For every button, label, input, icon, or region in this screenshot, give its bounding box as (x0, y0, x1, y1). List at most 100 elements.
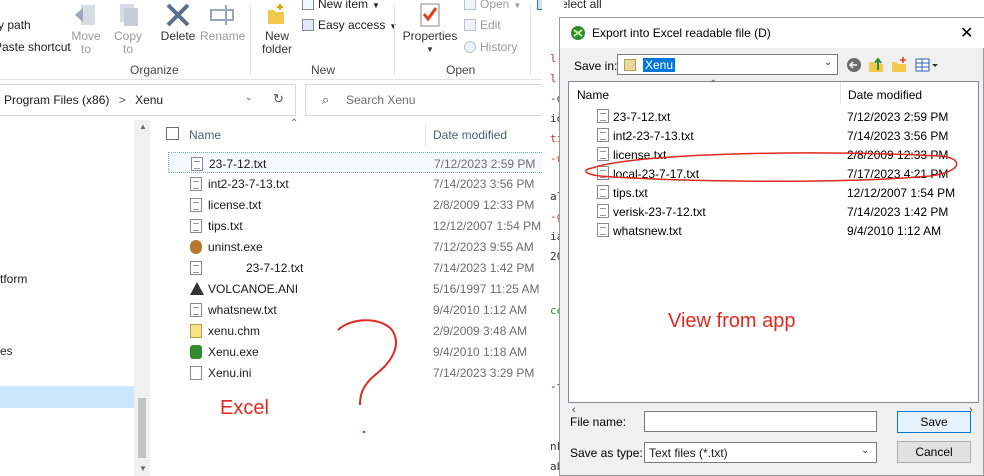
breadcrumb-separator: > (118, 93, 126, 107)
paste-shortcut-button[interactable]: Paste shortcut (0, 40, 71, 54)
file-name: int2-23-7-13.txt (208, 177, 289, 191)
new-folder-icon[interactable] (890, 56, 908, 74)
xenu-app-icon (571, 26, 585, 40)
file-name: 23-7-12.txt (209, 157, 267, 171)
dialog-file-row[interactable]: whatsnew.txt 9/4/2010 1:12 AM (589, 221, 969, 240)
properties-label: Properties (402, 29, 458, 43)
new-group-label: New (311, 63, 336, 77)
file-name: 23-7-12.txt (246, 261, 304, 275)
text-file-icon (190, 261, 202, 275)
history-label: History (480, 40, 518, 54)
file-row[interactable]: 23-7-12.txt 7/12/2023 2:59 PM (168, 152, 558, 173)
search-box[interactable]: ⌕ Search Xenu (305, 84, 560, 116)
dialog-file-row[interactable]: 23-7-12.txt 7/12/2023 2:59 PM (589, 107, 969, 126)
up-folder-icon[interactable] (867, 56, 885, 74)
file-name: int2-23-7-13.txt (613, 129, 694, 143)
dialog-title-bar[interactable]: Export into Excel readable file (D) ✕ (560, 18, 984, 48)
open-icon (464, 0, 476, 10)
move-to-button[interactable]: Move to (68, 2, 104, 56)
new-folder-label: New folder (261, 29, 293, 56)
easy-access-button[interactable]: Easy access▼ (302, 18, 397, 32)
view-menu-icon[interactable] (914, 56, 940, 74)
breadcrumb-program-files[interactable]: Program Files (x86) (4, 93, 109, 107)
file-row[interactable]: whatsnew.txt 9/4/2010 1:12 AM (168, 299, 558, 320)
search-icon: ⌕ (322, 92, 330, 107)
column-header-date-modified[interactable]: Date modified (848, 88, 922, 102)
file-row[interactable]: uninst.exe 7/12/2023 9:55 AM (168, 236, 558, 257)
file-name: VOLCANOE.ANI (208, 282, 299, 296)
paste-shortcut-label: Paste shortcut (0, 40, 71, 54)
dialog-file-row[interactable]: int2-23-7-13.txt 7/14/2023 3:56 PM (589, 126, 969, 145)
dialog-file-row[interactable]: local-23-7-17.txt 7/17/2023 4:21 PM (589, 164, 969, 183)
new-item-button[interactable]: New item ▼ (302, 0, 380, 11)
column-header-name[interactable]: Name (189, 128, 221, 142)
file-row[interactable]: tips.txt 12/12/2007 1:54 PM (168, 215, 558, 236)
column-header-name[interactable]: Name (577, 88, 609, 102)
properties-button[interactable]: Properties ▼ (400, 2, 460, 56)
annotation-excel: Excel (220, 397, 269, 419)
text-file-icon (597, 185, 609, 199)
nav-item-platform[interactable]: tform (0, 272, 27, 286)
sort-up-icon: ⌃ (709, 79, 718, 90)
file-date: 7/14/2023 3:56 PM (847, 129, 949, 143)
installer-icon (190, 240, 202, 254)
column-header-date-modified[interactable]: Date modified (433, 128, 507, 142)
dialog-file-row[interactable]: verisk-23-7-12.txt 7/14/2023 1:42 PM (589, 202, 969, 221)
dialog-file-list[interactable]: Name ⌃ Date modified 23-7-12.txt 7/12/202… (568, 79, 979, 403)
nav-item-es[interactable]: es (0, 344, 13, 358)
search-placeholder: Search Xenu (346, 93, 416, 107)
refresh-icon[interactable]: ↻ (273, 91, 284, 107)
scrollbar-thumb[interactable] (138, 398, 146, 458)
file-row[interactable]: license.txt 2/8/2009 12:33 PM (168, 194, 558, 215)
file-date: 2/8/2009 12:33 PM (433, 198, 535, 212)
file-row[interactable]: Xenu.ini 7/14/2023 3:29 PM (168, 362, 558, 383)
save-button[interactable]: Save (897, 411, 971, 433)
open-button[interactable]: Open ▼ (464, 0, 521, 11)
address-bar[interactable]: Program Files (x86) > Xenu ⌄ ↻ (0, 84, 296, 116)
save-in-dropdown[interactable]: Xenu ⌄ (617, 54, 838, 75)
new-item-icon (302, 0, 314, 10)
file-date: 9/4/2010 1:12 AM (433, 303, 528, 317)
history-button[interactable]: History (464, 40, 517, 54)
text-file-icon (597, 204, 609, 218)
file-date: 12/12/2007 1:54 PM (847, 186, 956, 200)
file-name: tips.txt (208, 219, 243, 233)
chevron-down-icon: ⌄ (824, 57, 833, 68)
cancel-button[interactable]: Cancel (897, 441, 971, 463)
file-date: 12/12/2007 1:54 PM (433, 219, 542, 233)
file-date: 7/12/2023 9:55 AM (433, 240, 534, 254)
scroll-up-icon[interactable]: ▲ (139, 122, 147, 131)
sort-up-icon: ⌃ (290, 118, 299, 129)
copy-to-button[interactable]: Copy to (110, 2, 146, 56)
rename-button[interactable]: Rename (200, 2, 245, 43)
breadcrumb-xenu[interactable]: Xenu (135, 93, 163, 107)
properties-icon (420, 3, 440, 27)
file-row[interactable]: xenu.chm 2/9/2009 3:48 AM (168, 320, 558, 341)
file-date: 2/9/2009 3:48 AM (433, 324, 528, 338)
delete-label: Delete (160, 29, 196, 43)
dialog-file-row[interactable]: tips.txt 12/12/2007 1:54 PM (589, 183, 969, 202)
file-row[interactable]: VOLCANOE.ANI 5/16/1997 11:25 AM (168, 278, 558, 299)
edit-button[interactable]: Edit (464, 18, 501, 32)
file-list: ⌃ Name Date modified 23-7-12.txt 7/12/202… (160, 118, 560, 476)
dialog-file-row[interactable]: license.txt 2/8/2009 12:33 PM (589, 145, 969, 164)
save-as-type-dropdown[interactable]: Text files (*.txt) ⌄ (644, 442, 877, 463)
file-row[interactable]: int2-23-7-13.txt 7/14/2023 3:56 PM (168, 173, 558, 194)
copy-path-button[interactable]: Copy path (0, 18, 31, 32)
text-file-icon (597, 223, 609, 237)
nav-selected-item[interactable] (0, 386, 134, 408)
delete-button[interactable]: Delete (158, 2, 198, 43)
open-group-label: Open (446, 63, 476, 77)
new-folder-button[interactable]: New folder (258, 2, 296, 56)
file-name-input[interactable] (644, 411, 877, 432)
close-icon[interactable]: ✕ (960, 23, 973, 43)
select-all-checkbox[interactable] (166, 127, 179, 140)
file-name: local-23-7-17.txt (613, 167, 700, 181)
scroll-down-icon[interactable]: ▼ (139, 464, 147, 473)
chevron-down-icon: ⌄ (861, 445, 870, 456)
chevron-down-icon[interactable]: ⌄ (245, 92, 253, 103)
file-row[interactable]: 23-7-12.txt 7/14/2023 1:42 PM (168, 257, 558, 278)
back-icon[interactable] (845, 56, 863, 74)
file-row[interactable]: Xenu.exe 9/4/2010 1:18 AM (168, 341, 558, 362)
copy-path-label: Copy path (0, 18, 31, 32)
